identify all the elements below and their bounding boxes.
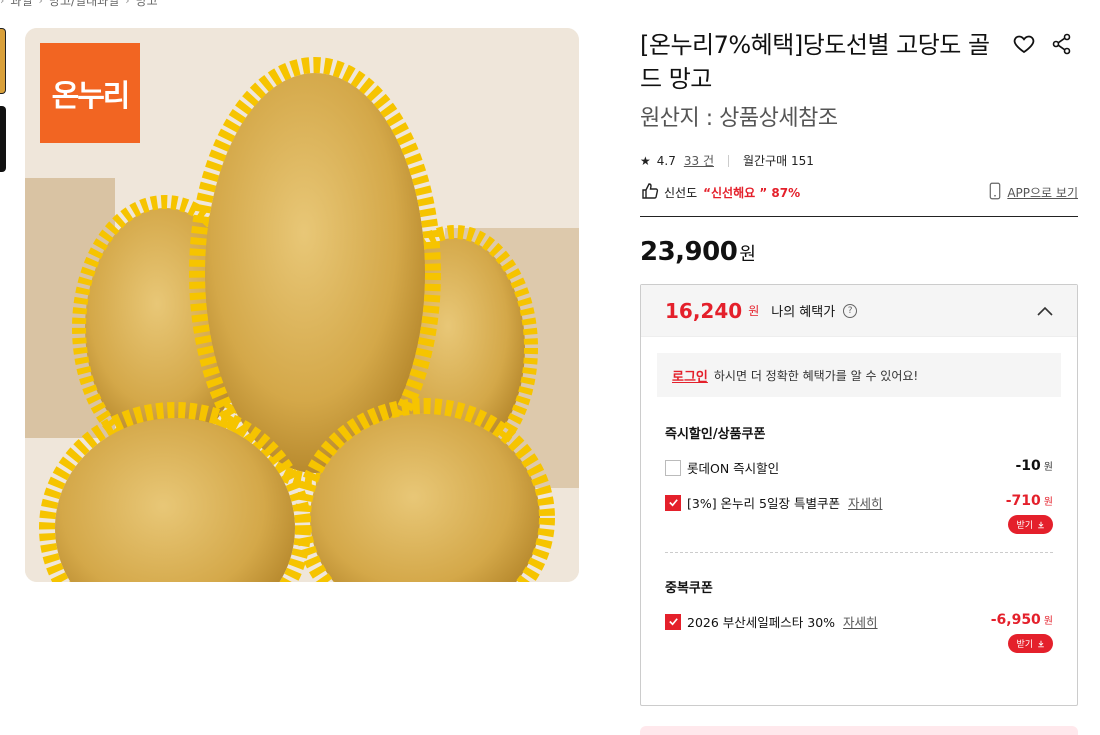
divider — [727, 154, 729, 167]
coupon-name: [3%] 온누리 5일장 특별쿠폰 — [687, 496, 840, 511]
coupon-row: 롯데ON 즉시할인 -10 원 — [641, 458, 1077, 477]
share-icon[interactable] — [1050, 32, 1074, 56]
monthly-purchase: 월간구매 151 — [742, 154, 814, 168]
benefit-price: 16,240 — [665, 298, 743, 323]
origin-text: 원산지 : 상품상세참조 — [640, 106, 838, 131]
brand-logo: 온누리 — [40, 43, 140, 143]
price-unit: 원 — [739, 244, 756, 265]
section-title-duplicate: 중복쿠폰 — [665, 581, 713, 596]
heart-icon[interactable] — [1012, 32, 1036, 56]
coupon-amount: -6,950 — [990, 612, 1041, 628]
mobile-phone-icon — [989, 182, 1001, 203]
coupon-detail-link[interactable]: 자세히 — [848, 493, 883, 512]
product-image: 온누리 — [25, 28, 579, 582]
divider — [640, 216, 1078, 217]
receive-label: 받기 — [1016, 640, 1033, 650]
coupon-amount: -710 — [1005, 493, 1041, 509]
product-info: [온누리7%혜택]당도선별 고당도 골드 망고 원산지 : 상품상세참조 ★ 4… — [640, 28, 1078, 267]
freshness-value: “신선해요 ” 87% — [703, 186, 801, 200]
rating-row: ★ 4.7 33 건 월간구매 151 — [640, 152, 1078, 169]
product-price: 23,900 원 — [640, 237, 1078, 267]
coupon-unit: 원 — [1043, 462, 1053, 473]
download-icon — [1038, 640, 1044, 647]
coupon-name: 롯데ON 즉시할인 — [687, 461, 780, 476]
benefit-panel: 16,240 원 나의 혜택가 ? 로그인 하시면 더 정확한 혜택가를 알 수… — [640, 284, 1078, 706]
coupon-detail-link[interactable]: 자세히 — [843, 612, 878, 631]
app-view-link[interactable]: APP으로 보기 — [989, 182, 1078, 203]
login-link[interactable]: 로그인 — [672, 366, 708, 385]
chevron-right-icon: › — [0, 0, 5, 7]
promo-banner[interactable] — [640, 726, 1078, 735]
chevron-right-icon: › — [125, 0, 130, 7]
breadcrumb-item[interactable]: 과일 — [10, 0, 32, 9]
star-icon: ★ — [640, 153, 651, 168]
check-icon — [668, 499, 678, 507]
coupon-unit: 원 — [1043, 497, 1053, 508]
receive-label: 받기 — [1016, 521, 1033, 531]
section-title-instant: 즉시할인/상품쿠폰 — [665, 427, 766, 442]
coupon-unit: 원 — [1043, 616, 1053, 627]
benefit-label: 나의 혜택가 — [771, 305, 836, 320]
breadcrumb-item[interactable]: 망고/열대과일 — [49, 0, 119, 9]
dashed-divider — [665, 552, 1053, 553]
thumbnail-1[interactable] — [0, 28, 6, 94]
thumbnail-2[interactable] — [0, 106, 6, 172]
question-icon[interactable]: ? — [843, 303, 858, 318]
coupon-row: 2026 부산세일페스타 30% 자세히 -6,950 원 받기 — [641, 612, 1077, 653]
receive-coupon-button[interactable]: 받기 — [1008, 634, 1053, 653]
breadcrumb-item[interactable]: 망고 — [136, 0, 158, 9]
check-icon — [668, 618, 678, 626]
freshness-label: 신선도 — [664, 186, 698, 200]
thumbnail-list — [0, 28, 6, 172]
price-value: 23,900 — [640, 237, 738, 267]
chevron-up-icon[interactable] — [1037, 301, 1053, 320]
receive-coupon-button[interactable]: 받기 — [1008, 515, 1053, 534]
download-icon — [1038, 521, 1044, 528]
rating-value: 4.7 — [656, 153, 676, 168]
coupon-checkbox[interactable] — [665, 613, 681, 630]
app-view-label: APP으로 보기 — [1007, 186, 1078, 200]
coupon-checkbox[interactable] — [665, 494, 681, 511]
benefit-header[interactable]: 16,240 원 나의 혜택가 ? — [641, 285, 1077, 337]
review-count-link[interactable]: 33 건 — [684, 152, 714, 169]
login-message: 하시면 더 정확한 혜택가를 알 수 있어요! — [713, 368, 919, 383]
chevron-right-icon: › — [38, 0, 43, 7]
breadcrumb: › 과일 › 망고/열대과일 › 망고 — [0, 0, 158, 9]
coupon-amount: -10 — [1015, 458, 1041, 474]
benefit-price-unit: 원 — [748, 304, 760, 318]
thumbs-up-icon — [640, 181, 660, 204]
login-notice: 로그인 하시면 더 정확한 혜택가를 알 수 있어요! — [657, 353, 1061, 397]
coupon-checkbox[interactable] — [665, 459, 681, 476]
coupon-row: [3%] 온누리 5일장 특별쿠폰 자세히 -710 원 받기 — [641, 493, 1077, 534]
product-title: [온누리7%혜택]당도선별 고당도 골드 망고 — [640, 31, 990, 93]
coupon-name: 2026 부산세일페스타 30% — [687, 615, 836, 630]
